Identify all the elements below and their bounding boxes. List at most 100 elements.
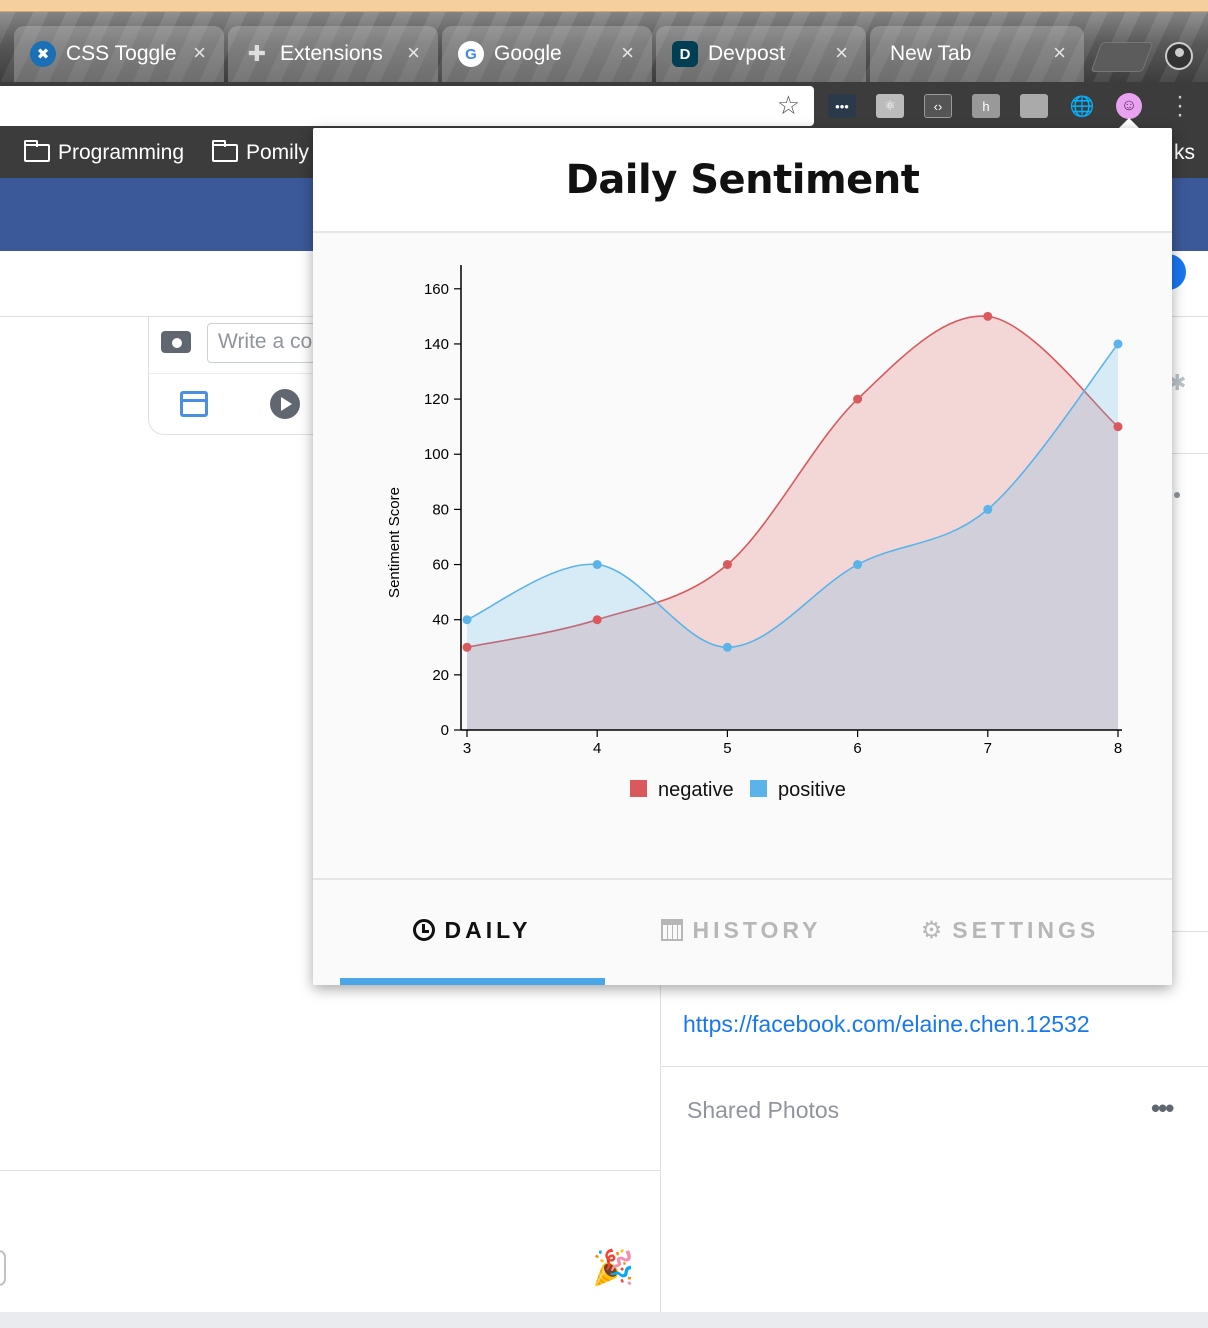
account-icon[interactable] [1165,42,1193,70]
browser-menu-icon[interactable]: · · · [1176,85,1184,127]
tab-extensions[interactable]: ✚ Extensions × [228,26,438,82]
y-tick-label-160: 160 [424,281,449,298]
tab-title: New Tab [890,42,972,65]
close-icon[interactable]: × [835,40,848,66]
close-icon[interactable]: × [193,40,206,66]
popup-nav: DAILY HISTORY ⚙ SETTINGS [313,878,1172,985]
point-positive-8 [1113,339,1123,349]
bookmark-pomily[interactable]: Pomily [212,140,310,165]
tab-title: Extensions [280,42,383,65]
close-icon[interactable]: × [1053,40,1066,66]
tab-title: Google [494,42,562,65]
window-top-edge [0,0,1208,12]
star-icon[interactable]: ☆ [777,90,800,121]
tab-history-label: HISTORY [692,916,822,943]
close-icon[interactable]: × [407,40,420,66]
extension-dots-icon[interactable]: ••• [828,94,856,118]
x-tick-label-6: 6 [853,740,861,757]
x-tick-label-5: 5 [723,740,731,757]
devpost-icon: D [672,41,698,67]
y-tick-label-0: 0 [441,722,449,739]
chart-legend: negative positive [630,779,846,801]
react-icon[interactable]: ⚛ [876,94,904,118]
x-tick-label-7: 7 [984,740,992,757]
more-options-icon[interactable]: ••• [1151,1093,1174,1124]
point-positive-7 [983,504,993,514]
tab-settings-label: SETTINGS [952,916,1100,943]
divider [661,1066,1208,1067]
tab-devpost[interactable]: D Devpost × [656,26,866,82]
chart-areas [466,315,1119,730]
code-icon[interactable]: ‹› [924,94,952,118]
x-tick-label-8: 8 [1114,740,1122,757]
y-tick-label-80: 80 [432,501,449,518]
x-tick-label-3: 3 [463,740,471,757]
css-toggle-icon: ✖ [30,41,56,67]
tab-daily-label: DAILY [444,916,532,943]
bookmark-label: ks [1174,141,1195,164]
play-icon[interactable] [270,389,300,419]
legend-label-negative: negative [658,779,734,801]
hypothesis-icon[interactable]: h [972,94,1000,118]
new-tab-button[interactable] [1090,42,1154,72]
bookmark-programming[interactable]: Programming [24,140,184,165]
legend-label-positive: positive [778,779,846,801]
tab-history[interactable]: HISTORY [609,880,873,980]
dot-icon [1174,492,1180,498]
divider [0,1170,660,1171]
globe-icon[interactable]: 🌐 [1068,94,1096,118]
y-tick-label-120: 120 [424,391,449,408]
y-tick-label-100: 100 [424,446,449,463]
y-axis-label: Sentiment Score [386,487,403,598]
popup-header: Daily Sentiment [313,128,1172,233]
browser-toolbar: ☆ ••• ⚛ ‹› h 🌐 ☺ · · · [0,82,1208,130]
sentiment-chart: 0 20 40 60 80 100 120 140 160 3 4 5 6 7 8 Sentiment Sco… [386,265,1123,801]
input-edge [0,1250,6,1286]
legend-swatch-negative [630,780,647,797]
puzzle-icon: ✚ [247,41,267,66]
tab-strip: ✖ CSS Toggle × ✚ Extensions × G Google ×… [0,12,1208,82]
point-negative-8 [1113,422,1123,432]
point-positive-6 [853,560,863,570]
bookmark-other[interactable]: ks [1174,141,1195,165]
tab-css-toggle[interactable]: ✖ CSS Toggle × [14,26,224,82]
point-positive-4 [592,560,602,570]
legend-swatch-positive [750,780,767,797]
tab-title: Devpost [708,42,786,65]
tab-daily[interactable]: DAILY [340,880,604,980]
point-positive-5 [722,642,732,652]
tab-title: CSS Toggle [66,42,177,65]
point-negative-5 [722,560,732,570]
extension-icon[interactable] [1020,94,1048,118]
profile-link[interactable]: https://facebook.com/elaine.chen.12532 [683,1011,1090,1038]
party-popper-icon[interactable]: 🎉 [592,1248,634,1288]
bottom-bar [0,1312,1208,1328]
point-negative-4 [592,615,602,625]
y-tick-label-60: 60 [432,557,449,574]
photo-icon[interactable] [180,391,208,417]
active-tab-indicator [340,978,605,985]
clock-icon [412,919,435,941]
calendar-icon [660,919,683,941]
popup-title: Daily Sentiment [565,156,920,203]
gear-icon: ⚙ [920,916,943,944]
x-tick-label-4: 4 [593,740,601,757]
y-tick-label-40: 40 [432,612,449,629]
address-bar[interactable]: ☆ [0,86,814,126]
point-negative-7 [983,311,993,321]
close-icon[interactable]: × [621,40,634,66]
y-tick-label-20: 20 [432,667,449,684]
smiley-icon[interactable]: ☺ [1116,93,1142,119]
tab-settings[interactable]: ⚙ SETTINGS [878,880,1142,980]
tab-google[interactable]: G Google × [442,26,652,82]
camera-icon[interactable] [161,331,191,353]
point-positive-3 [462,615,472,625]
shared-photos-heading: Shared Photos [687,1097,840,1123]
sentiment-popup: Daily Sentiment 0 20 40 60 80 100 120 140 160 3 4 5… [313,128,1172,985]
folder-icon [24,140,50,162]
tab-new-tab[interactable]: New Tab × [870,26,1084,82]
google-icon: G [458,41,484,67]
bookmark-label: Pomily [246,141,310,164]
point-negative-3 [462,642,472,652]
point-negative-6 [853,394,863,404]
